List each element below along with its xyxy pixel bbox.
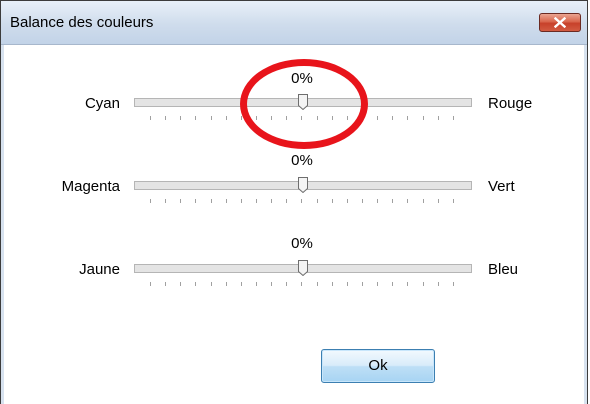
slider-tick (452, 116, 454, 120)
slider-ticks (150, 282, 454, 286)
slider-tick (422, 199, 424, 203)
slider-ticks (150, 199, 454, 203)
slider-tick (316, 282, 318, 286)
slider-tick (180, 116, 182, 120)
slider-tick (407, 116, 409, 120)
slider-right-label: Vert (488, 178, 515, 195)
slider-tick (392, 282, 394, 286)
slider-tick (392, 116, 394, 120)
slider-left-label: Jaune (79, 261, 120, 278)
slider-tick (210, 199, 212, 203)
slider-tick (271, 199, 273, 203)
slider-tick (165, 282, 167, 286)
slider-tick (225, 282, 227, 286)
slider-value-label: 0% (291, 152, 313, 169)
slider-tick (452, 199, 454, 203)
slider-tick (165, 116, 167, 120)
slider-left-label: Magenta (61, 178, 120, 195)
slider-thumb-icon[interactable] (298, 177, 308, 193)
slider-tick (210, 116, 212, 120)
slider-tick (225, 116, 227, 120)
slider-tick (437, 199, 439, 203)
slider-tick (240, 199, 242, 203)
slider-tick (422, 282, 424, 286)
slider-tick (180, 282, 182, 286)
color-balance-dialog: Balance des couleurs 0% Cyan Rouge 0% Ma… (0, 0, 588, 404)
slider-tick (210, 282, 212, 286)
slider-tick (195, 282, 197, 286)
slider-tick (240, 282, 242, 286)
slider-tick (195, 116, 197, 120)
slider-tick (150, 282, 151, 286)
slider-tick (195, 199, 197, 203)
slider-tick (255, 199, 257, 203)
slider-tick (437, 116, 439, 120)
slider-tick (301, 199, 303, 203)
slider-tick (361, 282, 363, 286)
slider-tick (377, 282, 379, 286)
slider-tick (377, 116, 379, 120)
slider-tick (286, 282, 288, 286)
slider-tick (150, 116, 151, 120)
slider-tick (286, 199, 288, 203)
slider-left-label: Cyan (84, 95, 120, 112)
slider-tick (407, 282, 409, 286)
slider-tick (377, 199, 379, 203)
slider-tick (255, 282, 257, 286)
slider-tick (301, 282, 303, 286)
highlight-circle-annotation (240, 59, 368, 149)
slider-tick (225, 199, 227, 203)
slider-right-label: Rouge (488, 95, 533, 112)
slider-tick (392, 199, 394, 203)
slider-thumb-icon[interactable] (298, 260, 308, 276)
slider-tick (407, 199, 409, 203)
slider-tick (346, 282, 348, 286)
slider-tick (165, 199, 167, 203)
slider-tick (452, 282, 454, 286)
slider-tick (316, 199, 318, 203)
ok-button[interactable]: Ok (321, 349, 435, 383)
slider-tick (271, 282, 273, 286)
slider-tick (180, 199, 182, 203)
slider-tick (150, 199, 151, 203)
close-button[interactable] (539, 13, 581, 32)
slider-value-label: 0% (291, 235, 313, 252)
slider-tick (437, 282, 439, 286)
slider-tick (361, 199, 363, 203)
title-bar: Balance des couleurs (1, 1, 587, 45)
slider-tick (331, 282, 333, 286)
close-icon (554, 17, 566, 28)
slider-tick (422, 116, 424, 120)
slider-right-label: Bleu (488, 261, 519, 278)
slider-tick (346, 199, 348, 203)
window-title: Balance des couleurs (10, 14, 154, 31)
slider-tick (331, 199, 333, 203)
